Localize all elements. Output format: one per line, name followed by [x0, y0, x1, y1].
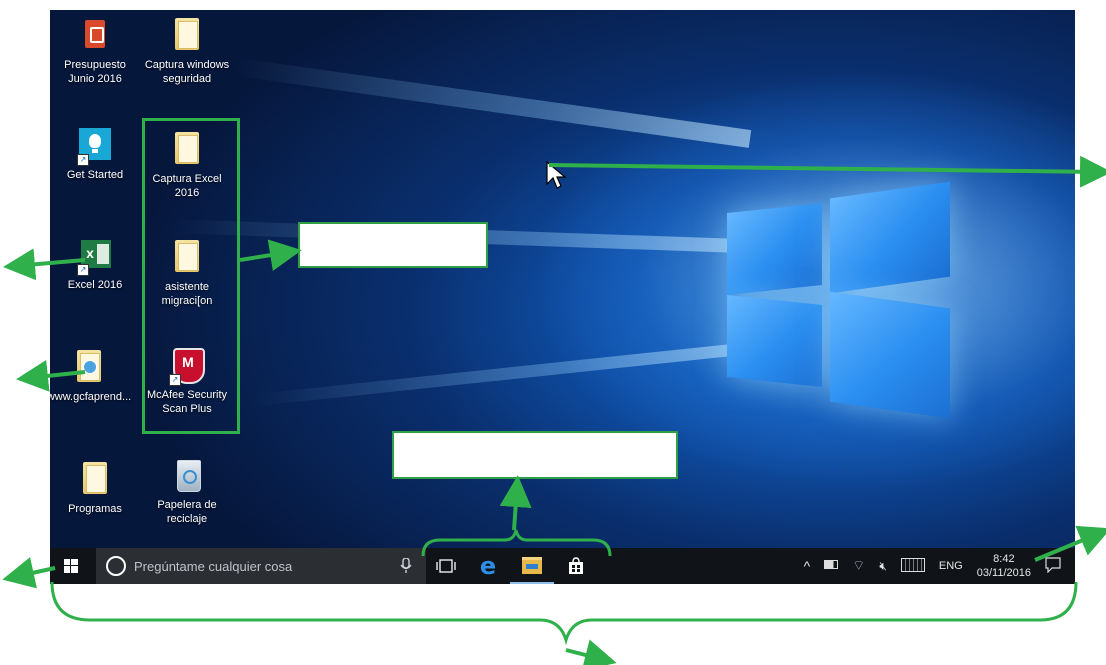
arrow-notification-area — [1034, 525, 1106, 562]
arrow-excel-shortcut — [3, 248, 86, 281]
arrow-start-button — [2, 557, 56, 589]
arrow-to-pointer-label — [548, 155, 1106, 188]
arrow-taskbar-brace — [565, 639, 617, 665]
brace-taskbar-apps — [421, 529, 612, 557]
annotation-arrows — [2, 155, 1106, 665]
brace-taskbar — [50, 581, 1078, 646]
arrow-to-callout-icons — [239, 239, 302, 271]
arrow-web-folder — [16, 359, 86, 392]
arrow-to-callout-taskbar — [499, 475, 532, 531]
